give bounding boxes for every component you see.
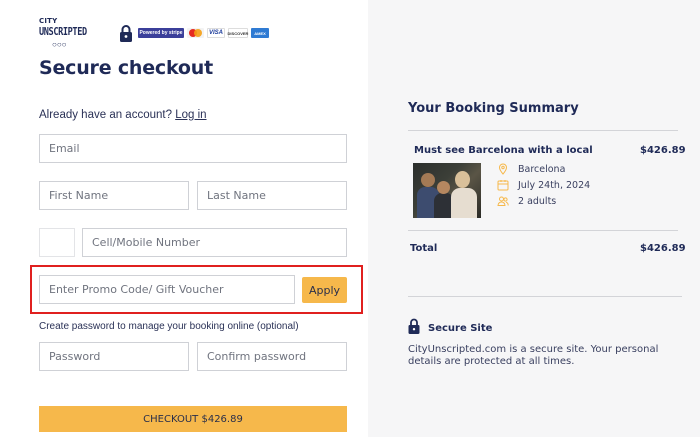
- logo-city-text: CITY: [39, 17, 58, 25]
- calendar-icon: [497, 180, 509, 191]
- tour-name: Must see Barcelona with a local: [414, 145, 593, 156]
- promo-code-field[interactable]: Enter Promo Code/ Gift Voucher: [39, 275, 295, 304]
- tour-location-text: Barcelona: [518, 163, 566, 175]
- password-note: Create password to manage your booking o…: [39, 321, 299, 332]
- total-price: $426.89: [640, 243, 686, 254]
- apply-button[interactable]: Apply: [302, 277, 347, 303]
- tour-price: $426.89: [640, 145, 686, 156]
- logo-unscripted-text: UNSCRIPTED: [39, 25, 87, 38]
- checkout-button[interactable]: CHECKOUT $426.89: [39, 406, 347, 432]
- tour-date-text: July 24th, 2024: [518, 179, 591, 191]
- account-prompt-text: Already have an account?: [39, 109, 172, 121]
- country-code-select[interactable]: [39, 228, 75, 257]
- mastercard-icon: [187, 28, 204, 38]
- divider: [408, 296, 682, 297]
- stripe-badge: Powered by stripe: [138, 28, 184, 38]
- discover-badge: DISCOVER: [228, 28, 248, 38]
- phone-field[interactable]: Cell/Mobile Number: [82, 228, 347, 257]
- secure-site-title: Secure Site: [428, 323, 493, 334]
- location-pin-icon: [498, 163, 508, 175]
- password-field[interactable]: Password: [39, 342, 189, 371]
- logo-dots: ○○○: [52, 40, 67, 49]
- login-link[interactable]: Log in: [175, 109, 206, 121]
- divider: [408, 130, 678, 131]
- payment-logos: Powered by stripe VISA DISCOVER AMEX: [138, 28, 269, 38]
- account-prompt: Already have an account? Log in: [39, 109, 207, 121]
- checkout-form-panel: CITY UNSCRIPTED ○○○ Powered by stripe VI…: [0, 0, 368, 437]
- tour-photo: [413, 163, 481, 218]
- secure-site-text: CityUnscripted.com is a secure site. You…: [408, 344, 659, 367]
- last-name-placeholder: Last Name: [207, 189, 266, 202]
- password-placeholder: Password: [49, 350, 101, 363]
- lock-icon: [408, 318, 420, 334]
- amex-badge: AMEX: [251, 28, 269, 38]
- promo-placeholder: Enter Promo Code/ Gift Voucher: [49, 283, 224, 296]
- confirm-password-field[interactable]: Confirm password: [197, 342, 347, 371]
- page-title: Secure checkout: [39, 57, 213, 79]
- users-icon: [497, 196, 509, 206]
- city-unscripted-logo[interactable]: CITY UNSCRIPTED ○○○: [39, 17, 87, 49]
- email-field[interactable]: Email: [39, 134, 347, 163]
- first-name-field[interactable]: First Name: [39, 181, 189, 210]
- phone-placeholder: Cell/Mobile Number: [92, 236, 201, 249]
- visa-badge: VISA: [207, 28, 225, 38]
- tour-guests-text: 2 adults: [518, 195, 557, 207]
- confirm-password-placeholder: Confirm password: [207, 350, 307, 363]
- divider: [408, 230, 678, 231]
- email-placeholder: Email: [49, 142, 80, 155]
- summary-title: Your Booking Summary: [408, 101, 579, 116]
- booking-summary-panel: [368, 0, 700, 437]
- first-name-placeholder: First Name: [49, 189, 109, 202]
- lock-icon: [120, 25, 132, 42]
- last-name-field[interactable]: Last Name: [197, 181, 347, 210]
- total-label: Total: [410, 243, 438, 254]
